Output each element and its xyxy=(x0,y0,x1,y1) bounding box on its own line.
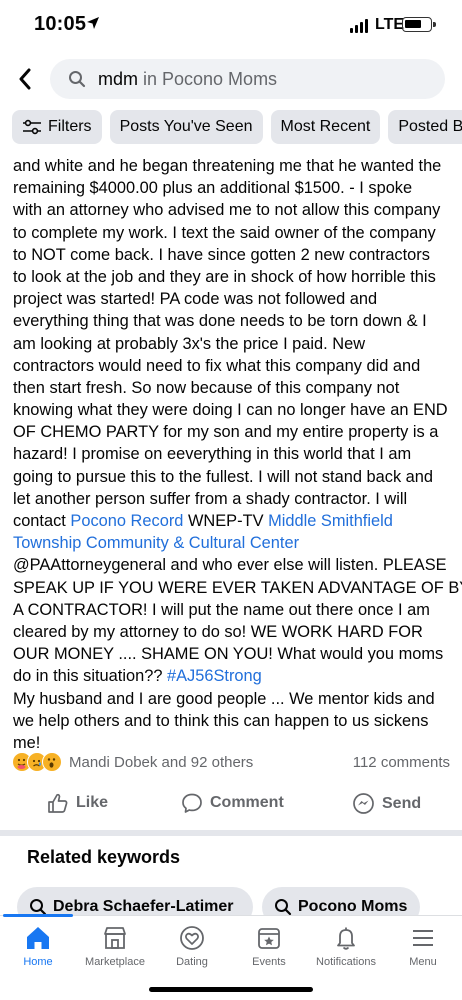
post-line: hazard! I promise on eeverything in this… xyxy=(13,445,412,464)
post-line: we help others and to think this can hap… xyxy=(13,711,429,730)
send-button[interactable]: Send xyxy=(352,792,421,815)
post-line: contact Pocono Record WNEP-TV Middle Smi… xyxy=(13,510,453,532)
post-text: and white and he began threatening me th… xyxy=(13,155,462,754)
section-divider xyxy=(0,830,462,836)
post-line: let another person suffer from a shady c… xyxy=(13,489,408,508)
search-input[interactable]: mdm in Pocono Moms xyxy=(50,59,445,99)
active-tab-indicator xyxy=(3,914,73,917)
post-line: knowing what they were doing I can no lo… xyxy=(13,401,448,420)
tab-label: Marketplace xyxy=(85,956,145,968)
reaction-names: Mandi Dobek and 92 others xyxy=(69,753,254,771)
comment-icon xyxy=(182,793,202,813)
related-keywords-title: Related keywords xyxy=(27,847,181,867)
search-context: in Pocono Moms xyxy=(138,68,278,89)
tab-label: Menu xyxy=(409,956,437,968)
post-line: contractors would need to fix what this … xyxy=(13,356,421,375)
chip-label: Posted By xyxy=(398,118,462,135)
like-label: Like xyxy=(76,794,109,811)
contact-prefix: contact xyxy=(13,512,71,530)
middle-smithfield-link[interactable]: Middle Smithfield xyxy=(268,512,393,530)
network-type: LTE xyxy=(375,16,405,33)
filter-chips: Filters Posts You've Seen Most Recent Po… xyxy=(12,110,462,144)
post-line: then start fresh. So now because of this… xyxy=(13,378,400,397)
tab-label: Home xyxy=(23,956,53,968)
thumbs-up-icon xyxy=(48,793,68,813)
back-button[interactable] xyxy=(12,64,38,94)
hashtag-prefix: do in this situation?? xyxy=(13,667,167,686)
post-line: going to pursue this to the fullest. I w… xyxy=(13,467,434,486)
chip-label: Posts You've Seen xyxy=(119,118,253,135)
post-actions: Like Comment Send xyxy=(0,792,462,820)
signal-icon xyxy=(350,19,368,33)
post-line: do in this situation?? #AJ56Strong xyxy=(13,665,453,687)
location-arrow-icon xyxy=(87,17,99,29)
reaction-icons xyxy=(12,752,62,772)
post-line: SPEAK UP IF YOU WERE EVER TAKEN ADVANTAG… xyxy=(13,578,462,597)
post-line: am looking at probably 3x's the price I … xyxy=(13,334,366,353)
posts-youve-seen-chip[interactable]: Posts You've Seen xyxy=(109,110,263,144)
pocono-record-link[interactable]: Pocono Record xyxy=(70,512,183,530)
wnep-text: WNEP-TV xyxy=(183,512,269,530)
home-icon xyxy=(27,927,49,949)
post-line: to complete my work. I text the said own… xyxy=(13,223,436,242)
post-line: to look at the job and they are in shock… xyxy=(13,267,436,286)
post-line: and white and he began threatening me th… xyxy=(13,157,442,175)
home-indicator[interactable] xyxy=(149,987,313,992)
reactions-summary[interactable]: Mandi Dobek and 92 others 112 comments xyxy=(12,751,450,773)
events-icon xyxy=(258,928,280,949)
post-line: Township Community & Cultural Center xyxy=(13,532,453,554)
comment-button[interactable]: Comment xyxy=(181,792,284,814)
search-query: mdm in Pocono Moms xyxy=(98,69,277,90)
post-line: A CONTRACTOR! I will put the name out th… xyxy=(13,600,430,619)
marketplace-icon xyxy=(104,927,126,949)
tab-label: Dating xyxy=(176,956,208,968)
post-line: OF CHEMO PARTY for my son and my entire … xyxy=(13,423,439,442)
tab-menu[interactable]: Menu xyxy=(378,924,462,968)
bottom-tab-bar: Home Marketplace Dating Events Notificat… xyxy=(0,914,462,1000)
post-line: @PAAttorneygeneral and who ever else wil… xyxy=(13,556,447,575)
filters-chip-label: Filters xyxy=(48,118,92,135)
post-line: with an attorney who advised me to not a… xyxy=(13,201,441,220)
middle-smithfield-link-cont[interactable]: Township Community & Cultural Center xyxy=(13,534,299,552)
status-bar: 10:05 LTE xyxy=(0,0,462,52)
send-label: Send xyxy=(382,794,422,812)
most-recent-chip[interactable]: Most Recent xyxy=(270,110,381,144)
like-button[interactable]: Like xyxy=(47,792,108,814)
post-line: cleared by my attorney to do so! WE WORK… xyxy=(13,622,423,641)
filters-chip[interactable]: Filters xyxy=(12,110,102,144)
post-line: to NOT come back. I have since gotten 2 … xyxy=(13,245,430,264)
status-time: 10:05 xyxy=(34,13,87,35)
search-term: mdm xyxy=(98,68,138,89)
comment-count[interactable]: 112 comments xyxy=(353,754,450,771)
post-line: project was started! PA code was not fol… xyxy=(13,290,378,309)
hashtag-link[interactable]: #AJ56Strong xyxy=(167,667,262,685)
post-line: everything thing that was done needs to … xyxy=(13,312,427,331)
posted-by-chip[interactable]: Posted By xyxy=(388,110,462,144)
search-icon xyxy=(69,71,86,88)
menu-icon xyxy=(413,930,433,946)
post-line: OUR MONEY .... SHAME ON YOU! What would … xyxy=(13,645,444,664)
tab-label: Notifications xyxy=(316,956,376,968)
search-icon xyxy=(275,899,292,916)
comment-label: Comment xyxy=(210,794,284,811)
notifications-icon xyxy=(337,927,355,950)
chevron-left-icon xyxy=(19,68,31,90)
dating-icon xyxy=(180,926,204,950)
post-line: remaining $4000.00 plus an additional $1… xyxy=(13,179,413,198)
battery-icon xyxy=(402,17,436,32)
chip-label: Most Recent xyxy=(280,118,371,135)
sliders-icon xyxy=(23,119,41,135)
wow-emoji-icon xyxy=(42,752,62,772)
tab-label: Events xyxy=(252,956,286,968)
post-line: My husband and I are good people ... We … xyxy=(13,689,435,708)
keyword-label: Pocono Moms xyxy=(298,898,408,915)
keyword-label: Debra Schaefer-Latimer xyxy=(53,898,234,915)
messenger-icon xyxy=(353,793,374,814)
